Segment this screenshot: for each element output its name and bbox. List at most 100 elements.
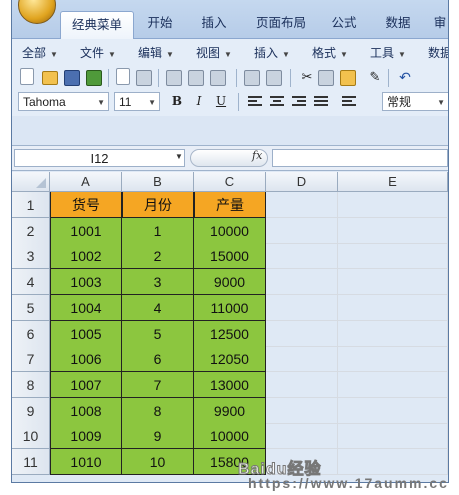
row-header[interactable]: 1 [12,192,50,218]
menu-tools[interactable]: 工具 ▼ [370,44,406,61]
empty-cell[interactable] [266,397,338,424]
column-header-e[interactable]: E [338,172,448,192]
underline-button[interactable]: U [212,93,230,110]
data-cell[interactable]: 10000 [194,423,266,450]
column-header-d[interactable]: D [266,172,338,192]
data-cell[interactable]: 13000 [194,371,266,398]
wrap-text-icon[interactable] [342,94,356,108]
data-cell[interactable]: 3 [122,269,194,296]
row-header[interactable]: 5 [12,294,50,321]
header-cell[interactable]: 货号 [50,192,122,218]
empty-cell[interactable] [338,217,448,244]
empty-cell[interactable] [338,269,448,296]
data-cell[interactable]: 12500 [194,320,266,347]
data-cell[interactable]: 9 [122,423,194,450]
empty-cell[interactable] [338,346,448,373]
print-icon[interactable] [166,70,182,86]
data-cell[interactable]: 9900 [194,397,266,424]
empty-cell[interactable] [338,320,448,347]
menu-insert[interactable]: 插入 ▼ [254,44,290,61]
empty-cell[interactable] [338,397,448,424]
menu-format[interactable]: 格式 ▼ [312,44,348,61]
data-cell[interactable]: 1003 [50,269,122,296]
data-cell[interactable]: 1005 [50,320,122,347]
print-options-icon[interactable] [210,70,226,86]
data-cell[interactable]: 10000 [194,217,266,244]
data-cell[interactable]: 9000 [194,269,266,296]
permission-icon[interactable] [136,70,152,86]
print-preview-icon[interactable] [188,70,204,86]
tab-review[interactable]: 审 [432,10,448,37]
data-cell[interactable]: 1009 [50,423,122,450]
research-icon[interactable] [266,70,282,86]
empty-cell[interactable] [338,192,448,218]
copy-icon[interactable] [318,70,334,86]
data-cell[interactable]: 11000 [194,294,266,321]
empty-cell[interactable] [266,320,338,347]
tab-classic-menu[interactable]: 经典菜单 [60,11,134,39]
name-box[interactable]: I12 [14,149,185,167]
column-header-a[interactable]: A [50,172,122,192]
data-cell[interactable]: 1008 [50,397,122,424]
data-cell[interactable]: 5 [122,320,194,347]
data-cell[interactable]: 8 [122,397,194,424]
data-cell[interactable]: 1007 [50,371,122,398]
empty-cell[interactable] [266,217,338,244]
empty-cell[interactable] [266,423,338,450]
row-header[interactable]: 2 [12,217,50,244]
empty-cell[interactable] [338,449,448,475]
merge-center-icon[interactable] [314,94,328,108]
select-all-corner[interactable] [12,172,50,192]
data-cell[interactable]: 1001 [50,217,122,244]
data-cell[interactable]: 4 [122,294,194,321]
menu-view[interactable]: 视图 ▼ [196,44,232,61]
data-cell[interactable]: 12050 [194,346,266,373]
empty-cell[interactable] [266,346,338,373]
empty-cell[interactable] [266,192,338,218]
paste-icon[interactable] [340,70,356,86]
empty-cell[interactable] [266,269,338,296]
tab-formulas[interactable]: 公式 [324,10,364,37]
header-cell[interactable]: 月份 [122,192,194,218]
tab-page-layout[interactable]: 页面布局 [246,10,316,37]
data-cell[interactable]: 1004 [50,294,122,321]
row-header[interactable]: 9 [12,397,50,424]
data-cell[interactable]: 6 [122,346,194,373]
row-header[interactable]: 7 [12,346,50,373]
number-format-select[interactable]: 常规 ▼ [382,92,448,111]
save-icon[interactable] [64,70,80,86]
data-cell[interactable]: 1 [122,217,194,244]
open-folder-icon[interactable] [42,71,58,85]
menu-data[interactable]: 数据 [428,44,448,61]
data-cell[interactable]: 2 [122,243,194,270]
empty-cell[interactable] [338,294,448,321]
empty-cell[interactable] [266,371,338,398]
row-header[interactable]: 3 [12,243,50,270]
tab-home[interactable]: 开始 [138,10,182,37]
cut-icon[interactable]: ✂ [298,68,316,86]
align-left-icon[interactable] [248,94,262,108]
column-header-c[interactable]: C [194,172,266,192]
formula-input[interactable] [272,149,448,167]
empty-cell[interactable] [338,243,448,270]
insert-function-icon[interactable]: fx [252,149,262,162]
empty-cell[interactable] [266,243,338,270]
office-button-icon[interactable] [18,0,56,24]
spelling-icon[interactable] [244,70,260,86]
align-right-icon[interactable] [292,94,306,108]
tab-insert[interactable]: 插入 [194,10,234,37]
pdf-export-icon[interactable] [116,68,130,85]
data-cell[interactable]: 1010 [50,449,122,475]
data-cell[interactable]: 10 [122,449,194,475]
row-header[interactable]: 6 [12,320,50,347]
header-cell[interactable]: 产量 [194,192,266,218]
menu-all[interactable]: 全部 ▼ [22,44,58,61]
column-header-b[interactable]: B [122,172,194,192]
row-header[interactable]: 8 [12,371,50,398]
data-cell[interactable]: 1006 [50,346,122,373]
format-painter-icon[interactable]: ✎ [366,68,384,86]
undo-icon[interactable]: ↶ [396,68,414,86]
menu-file[interactable]: 文件 ▼ [80,44,116,61]
row-header[interactable]: 4 [12,269,50,296]
data-cell[interactable]: 1002 [50,243,122,270]
